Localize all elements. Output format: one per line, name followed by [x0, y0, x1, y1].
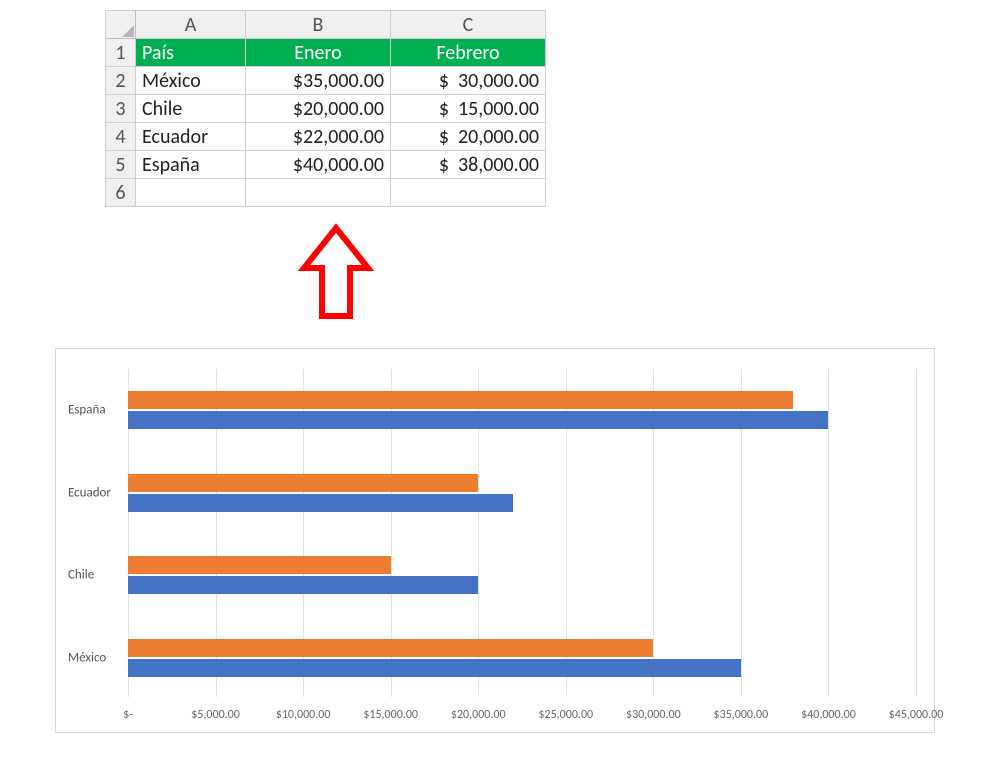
select-all-triangle-icon: [122, 25, 134, 37]
chart-y-tick-label: España: [68, 403, 106, 418]
column-header-c[interactable]: C: [391, 11, 546, 39]
chart-y-tick-label: Chile: [68, 568, 94, 583]
row-header-2[interactable]: 2: [106, 67, 136, 95]
chart-x-tick-label: $15,000.00: [363, 708, 418, 722]
chart-bar-febrero: [128, 391, 793, 409]
chart-x-tick-label: $25,000.00: [538, 708, 593, 722]
select-all-corner[interactable]: [106, 11, 136, 39]
cell-a2[interactable]: México: [136, 67, 246, 95]
chart-bar-enero: [128, 659, 741, 677]
chart-x-tick-label: $40,000.00: [801, 708, 856, 722]
cell-b5[interactable]: $40,000.00: [246, 151, 391, 179]
chart-y-tick-label: México: [68, 650, 106, 665]
chart-plot-area: [128, 369, 914, 697]
chart-x-tick-label: $45,000.00: [889, 708, 944, 722]
chart-x-tick-label: $20,000.00: [451, 708, 506, 722]
cell-c2[interactable]: $ 30,000.00: [391, 67, 546, 95]
bar-chart[interactable]: $- $5,000.00 $10,000.00 $15,000.00 $20,000.0…: [55, 348, 935, 733]
cell-c3[interactable]: $ 15,000.00: [391, 95, 546, 123]
spreadsheet-table[interactable]: A B C 1 País Enero Febrero 2 México $35,…: [105, 10, 546, 207]
cell-b6[interactable]: [246, 179, 391, 207]
chart-y-tick-label: Ecuador: [68, 485, 111, 500]
chart-gridline: [916, 369, 917, 697]
column-header-a[interactable]: A: [136, 11, 246, 39]
row-header-4[interactable]: 4: [106, 123, 136, 151]
up-arrow-icon: [296, 220, 376, 330]
header-cell-febrero[interactable]: Febrero: [391, 39, 546, 67]
row-header-5[interactable]: 5: [106, 151, 136, 179]
cell-c6[interactable]: [391, 179, 546, 207]
cell-a3[interactable]: Chile: [136, 95, 246, 123]
cell-a6[interactable]: [136, 179, 246, 207]
chart-x-tick-label: $5,000.00: [191, 708, 240, 722]
chart-gridline: [828, 369, 829, 697]
chart-bar-enero: [128, 576, 478, 594]
chart-bar-febrero: [128, 474, 478, 492]
cell-c5[interactable]: $ 38,000.00: [391, 151, 546, 179]
row-header-1[interactable]: 1: [106, 39, 136, 67]
chart-x-tick-label: $35,000.00: [714, 708, 769, 722]
row-header-3[interactable]: 3: [106, 95, 136, 123]
chart-bar-enero: [128, 411, 828, 429]
cell-a4[interactable]: Ecuador: [136, 123, 246, 151]
chart-bar-enero: [128, 494, 513, 512]
chart-x-tick-label: $30,000.00: [626, 708, 681, 722]
chart-bar-febrero: [128, 556, 391, 574]
chart-bar-febrero: [128, 639, 653, 657]
header-cell-pais[interactable]: País: [136, 39, 246, 67]
row-header-6[interactable]: 6: [106, 179, 136, 207]
column-header-b[interactable]: B: [246, 11, 391, 39]
header-cell-enero[interactable]: Enero: [246, 39, 391, 67]
cell-b2[interactable]: $35,000.00: [246, 67, 391, 95]
chart-x-tick-label: $10,000.00: [276, 708, 331, 722]
cell-b3[interactable]: $20,000.00: [246, 95, 391, 123]
cell-b4[interactable]: $22,000.00: [246, 123, 391, 151]
cell-c4[interactable]: $ 20,000.00: [391, 123, 546, 151]
chart-x-tick-label: $-: [123, 708, 133, 722]
cell-a5[interactable]: España: [136, 151, 246, 179]
